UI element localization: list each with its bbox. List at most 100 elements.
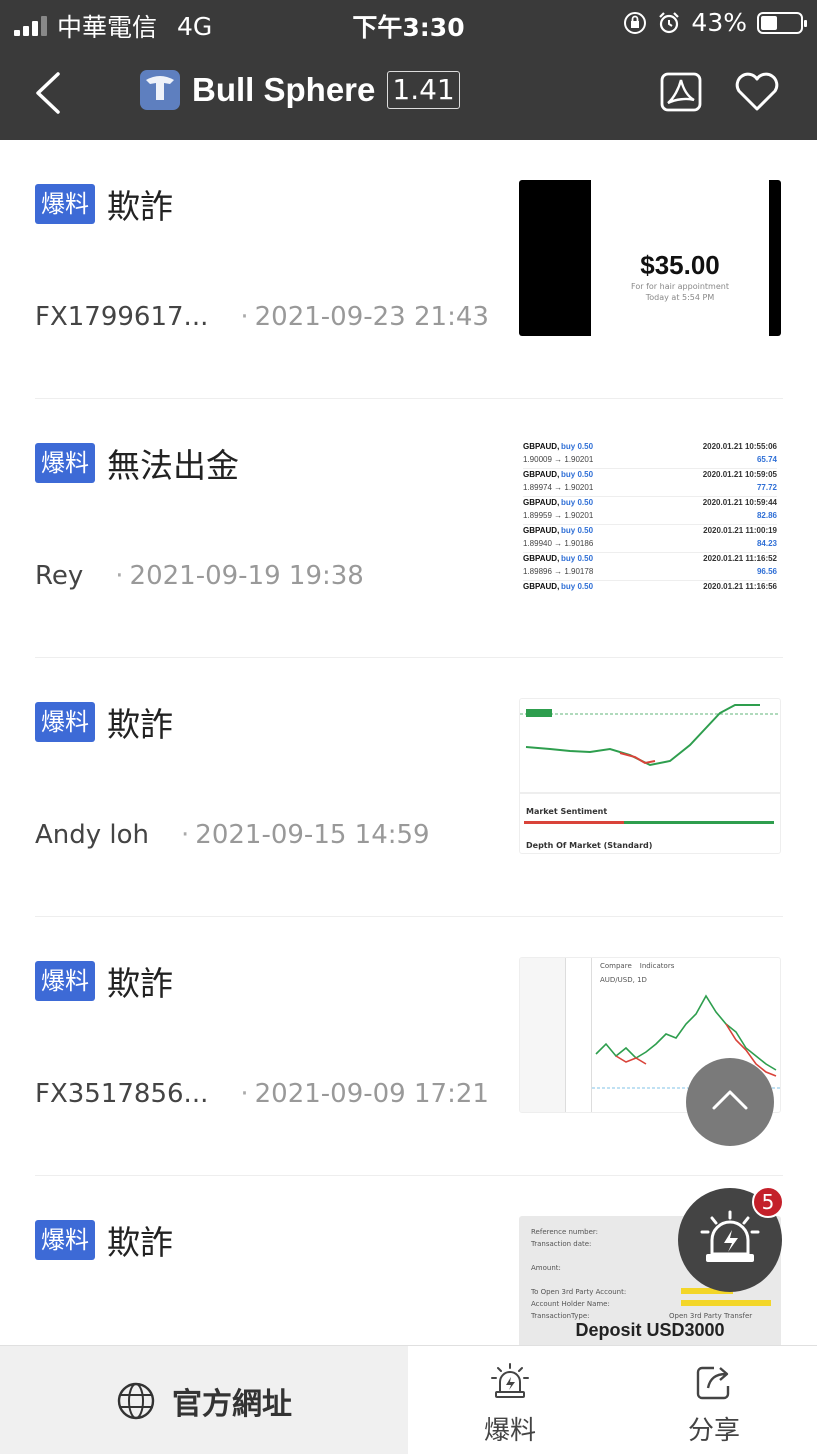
trade-row: GBPAUD, buy 0.50 2020.01.21 10:59:44 1.8995… [523,497,777,525]
item-meta: FX3517856... · 2021-09-09 17:21 [35,1079,489,1109]
trade-profit: 77.72 [756,483,777,492]
share-icon [696,1366,730,1400]
trade-side: buy 0.50 [561,554,594,563]
thumb-caption: Deposit USD3000 [575,1320,725,1340]
item-heading: 爆料 欺詐 [35,1216,173,1264]
globe-icon [117,1382,155,1419]
orientation-lock-icon [624,11,647,34]
exposure-tag: 爆料 [35,443,95,483]
list-item[interactable]: 爆料 欺詐 FX3517856... · 2021-09-09 17:21 Co… [35,917,783,1176]
thumb-line: Account Holder Name: [531,1300,610,1308]
official-website-label: 官方網址 [172,1386,292,1422]
scroll-to-top-button[interactable] [686,1058,774,1146]
trade-time: 2020.01.21 11:00:19 [703,526,777,535]
exposure-tag: 爆料 [35,1220,95,1260]
item-thumbnail[interactable]: GBPAUD, buy 0.50 2020.01.21 10:55:06 1.9000… [519,439,781,595]
trade-pair: GBPAUD, [523,498,560,507]
trade-pair: GBPAUD, [523,526,560,535]
trade-pair: GBPAUD, [523,442,560,451]
trade-row: GBPAUD, buy 0.50 2020.01.21 11:16:52 1.8989… [523,553,777,581]
symbol-label: AUD/USD, 1D [600,976,647,984]
item-author: Andy loh [35,820,150,850]
thumb-caption: Today at 5:54 PM [645,293,715,302]
item-meta: FX1799617... · 2021-09-23 21:43 [35,302,489,332]
exposure-tag: 爆料 [35,184,95,224]
status-bar: 中華電信 4G 下午3:30 43% [0,0,817,46]
item-date: 2021-09-09 17:21 [254,1079,489,1109]
trade-profit: 96.56 [756,567,777,576]
item-thumbnail[interactable]: $35.00 For for hair appointment Today at… [519,180,781,336]
trade-side: buy 0.50 [561,526,594,535]
thumb-line: Amount: [531,1264,561,1272]
exposure-tag: 爆料 [35,961,95,1001]
heart-icon[interactable] [734,72,780,112]
thumb-line: Open 3rd Party Transfer [669,1312,753,1320]
item-author: FX1799617... [35,302,209,332]
share-button[interactable]: 分享 [654,1360,774,1447]
trade-side: buy 0.50 [561,470,594,479]
battery-icon [757,11,807,34]
trade-pair: GBPAUD, [523,582,560,591]
list-item[interactable]: 爆料 欺詐 Andy loh · 2021-09-15 14:59 Market… [35,658,783,917]
item-heading: 爆料 欺詐 [35,698,173,746]
back-icon[interactable] [28,70,72,116]
item-title: 欺詐 [107,1223,173,1262]
item-date: 2021-09-23 21:43 [254,302,489,332]
battery-percent: 43% [691,8,747,37]
trade-pair: GBPAUD, [523,470,560,479]
thumb-amount: $35.00 [640,250,720,280]
trade-row: GBPAUD, buy 0.50 2020.01.21 10:55:06 1.9000… [523,441,777,469]
broker-name: Bull Sphere [192,71,376,108]
trade-prices: 1.90009 → 1.90201 [523,455,594,464]
list-item[interactable]: 爆料 欺詐 Reference number: Transaction date… [35,1176,783,1345]
trade-time: 2020.01.21 10:55:06 [702,442,777,451]
share-label: 分享 [687,1416,740,1446]
trade-side: buy 0.50 [561,582,594,591]
nav-bar: Bull Sphere 1.41 [0,46,817,140]
trade-profit: 84.23 [756,539,777,548]
item-title: 欺詐 [107,964,173,1003]
chart-toolbar: Compare Indicators [600,962,674,970]
item-title: 無法出金 [107,446,239,485]
item-thumbnail[interactable]: Market Sentiment Depth Of Market (Standa… [519,698,781,854]
trade-time: 2020.01.21 11:16:52 [703,554,777,563]
trade-side: buy 0.50 [561,442,594,451]
chevron-up-icon [712,1090,748,1110]
alarm-icon [659,11,680,33]
broker-logo [140,70,180,110]
trade-profit: 82.86 [756,511,777,520]
thumb-line: To Open 3rd Party Account: [531,1288,627,1296]
list-item[interactable]: 爆料 無法出金 Rey · 2021-09-19 19:38 GBPAUD, bu… [35,399,783,658]
broker-title: Bull Sphere 1.41 [140,70,460,110]
bottom-bar: 官方網址 爆料 分享 [0,1345,817,1454]
screen: 中華電信 4G 下午3:30 43% Bull Sphere 1.41 爆料 欺… [0,0,817,1454]
trade-time: 2020.01.21 10:59:05 [702,470,777,479]
item-title: 欺詐 [107,705,173,744]
trade-pair: GBPAUD, [523,554,560,563]
exposure-tag: 爆料 [35,702,95,742]
thumb-label: Depth Of Market (Standard) [526,841,653,850]
item-date: 2021-09-15 14:59 [195,820,430,850]
report-alarm-button[interactable]: 5 [678,1186,784,1292]
item-author: FX3517856... [35,1079,209,1109]
score-badge: 1.41 [387,71,460,109]
separator-dot: · [181,820,190,850]
battery-fill [761,15,777,30]
separator-dot: · [240,302,249,332]
thumb-caption: For for hair appointment [631,282,729,291]
alarm-light-icon [491,1363,529,1398]
pdf-icon[interactable] [660,72,702,112]
report-button[interactable]: 爆料 [450,1360,570,1447]
separator-dot: · [115,561,124,591]
official-website-button[interactable]: 官方網址 [0,1346,408,1454]
notification-badge: 5 [752,1186,784,1218]
thumb-line: Reference number: [531,1228,599,1236]
list-item[interactable]: 爆料 欺詐 FX1799617... · 2021-09-23 21:43 $3… [35,140,783,399]
trade-prices: 1.89940 → 1.90186 [523,539,594,548]
item-meta: Andy loh · 2021-09-15 14:59 [35,820,430,850]
indicators-label: Indicators [639,962,675,970]
compare-label: Compare [600,962,632,970]
status-right: 43% [623,8,807,37]
item-heading: 爆料 欺詐 [35,180,173,228]
item-author: Rey [35,561,84,591]
